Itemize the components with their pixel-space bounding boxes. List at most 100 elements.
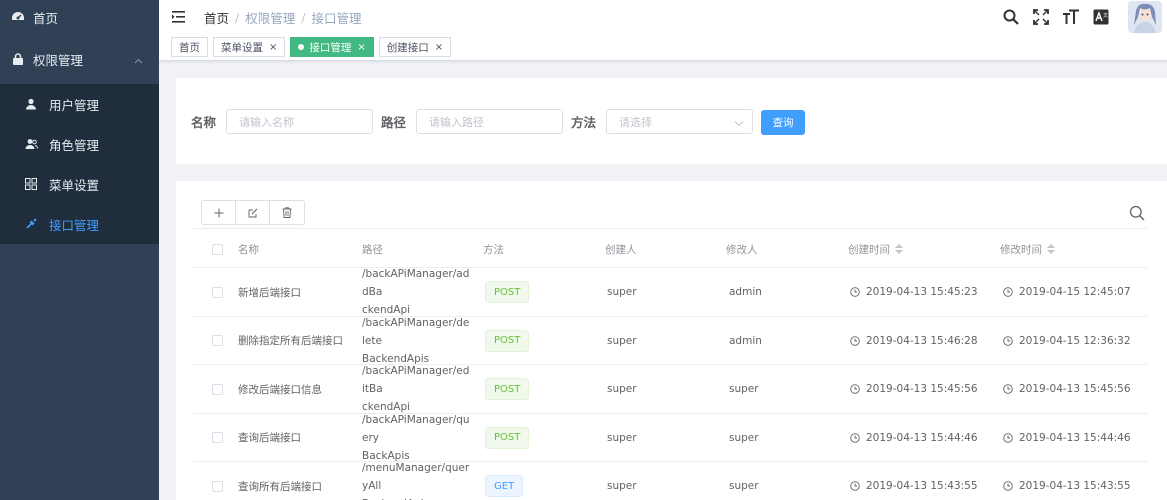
- name-input[interactable]: 请输入名称: [226, 109, 374, 134]
- column-header-modifier: 修改人: [726, 243, 758, 256]
- sidebar-group-label: 权限管理: [33, 52, 84, 68]
- modified-time: 2019-04-13 15:45:56: [1019, 383, 1131, 395]
- method-badge: POST: [485, 378, 530, 400]
- cell-path-line: BackendApi: [362, 495, 472, 500]
- created-time: 2019-04-13 15:43:55: [866, 480, 978, 492]
- cell-method: POST: [485, 317, 530, 365]
- path-input[interactable]: 请输入路径: [416, 109, 564, 134]
- table-row[interactable]: 查询后端接口/backAPiManager/query BackApis POST s…: [193, 414, 1148, 462]
- fullscreen-icon[interactable]: [1032, 8, 1050, 26]
- cell-modified: 2019-04-13 15:45:56: [1003, 365, 1131, 413]
- method-label: 方法: [571, 115, 597, 130]
- cell-path-line: /backAPiManager/query: [362, 413, 470, 444]
- hamburger-icon[interactable]: [172, 10, 186, 24]
- lock-icon: [10, 51, 26, 67]
- created-time: 2019-04-13 15:45:23: [866, 286, 978, 298]
- sidebar-item-users[interactable]: 用户管理: [0, 84, 159, 124]
- font-size-icon[interactable]: [1062, 8, 1080, 26]
- table-row[interactable]: 修改后端接口信息/backAPiManager/editBa ckendApi PO…: [193, 365, 1148, 414]
- tag-api-management[interactable]: 接口管理 ×: [290, 37, 374, 57]
- cell-path: /backAPiManager/delete BackendApis: [362, 317, 472, 365]
- clock-icon: [1003, 432, 1016, 443]
- link-icon: [23, 216, 39, 232]
- cell-path-line: /backAPiManager/addBa: [362, 268, 470, 298]
- breadcrumb-item-home[interactable]: 首页: [204, 8, 229, 27]
- table-header: 名称 路径 方法 创建人 修改人 创建时间 修改时间: [193, 228, 1148, 268]
- method-badge: GET: [485, 475, 524, 497]
- select-all-checkbox[interactable]: [212, 229, 223, 269]
- column-header-created[interactable]: 创建时间: [848, 229, 903, 269]
- created-time: 2019-04-13 15:46:28: [866, 334, 978, 347]
- column-header-modified[interactable]: 修改时间: [1000, 229, 1055, 269]
- table-card: 名称 路径 方法 创建人 修改人 创建时间 修改时间 新增后端接口/backAP…: [176, 181, 1167, 500]
- cell-modified: 2019-04-15 12:36:32: [1003, 317, 1131, 365]
- cell-created: 2019-04-13 15:44:46: [850, 414, 978, 462]
- method-badge: POST: [485, 426, 530, 449]
- sort-icon[interactable]: [895, 244, 903, 254]
- breadcrumb-item-current: 接口管理: [311, 10, 362, 26]
- clock-icon: [850, 287, 863, 297]
- toolbar: [201, 200, 305, 225]
- search-icon[interactable]: [1002, 8, 1020, 26]
- trash-icon: [282, 207, 292, 218]
- cell-creator: super: [607, 286, 637, 298]
- close-icon[interactable]: ×: [357, 42, 365, 53]
- breadcrumb: 首页 / 权限管理 / 接口管理: [204, 8, 361, 27]
- breadcrumb-separator: /: [301, 9, 306, 25]
- breadcrumb-item-permissions[interactable]: 权限管理: [245, 8, 295, 27]
- cell-path: /backAPiManager/query BackApis: [362, 414, 472, 462]
- column-header-creator: 创建人: [605, 243, 637, 256]
- query-button[interactable]: 查询: [761, 110, 805, 135]
- form-item-path: 路径 请输入路径: [381, 109, 564, 134]
- cell-created: 2019-04-13 15:43:55: [850, 462, 978, 500]
- table-row[interactable]: 查询所有后端接口/menuManager/queryAll BackendApi G…: [193, 462, 1148, 500]
- row-checkbox[interactable]: [212, 462, 223, 500]
- edit-button[interactable]: [236, 201, 270, 224]
- sidebar-item-home[interactable]: 首页: [0, 0, 159, 34]
- cell-name: 查询后端接口: [238, 432, 301, 444]
- tag-label: 菜单设置: [221, 41, 263, 54]
- sidebar-item-label: 菜单设置: [49, 177, 100, 193]
- sidebar-group-permissions[interactable]: 权限管理: [0, 34, 159, 84]
- name-label: 名称: [191, 115, 217, 130]
- tag-menu-settings[interactable]: 菜单设置 ×: [213, 37, 286, 57]
- sidebar-item-api-management[interactable]: 接口管理: [0, 204, 159, 244]
- close-icon[interactable]: ×: [269, 42, 277, 53]
- table-row[interactable]: 新增后端接口/backAPiManager/addBa ckendApi POST s…: [193, 268, 1148, 317]
- cell-modifier: super: [729, 480, 759, 492]
- method-select[interactable]: 请选择: [606, 109, 754, 134]
- cell-created: 2019-04-13 15:45:56: [850, 365, 978, 413]
- cell-name: 新增后端接口: [238, 286, 301, 299]
- translate-icon[interactable]: 文: [1092, 8, 1110, 26]
- row-checkbox[interactable]: [212, 268, 223, 316]
- plus-icon: [214, 208, 223, 217]
- table-row[interactable]: 删除指定所有后端接口/backAPiManager/delete BackendA…: [193, 317, 1148, 365]
- tag-home[interactable]: 首页: [171, 37, 208, 57]
- sidebar-item-roles[interactable]: 角色管理: [0, 124, 159, 164]
- method-badge: POST: [485, 281, 530, 303]
- add-button[interactable]: [202, 201, 236, 224]
- close-icon[interactable]: ×: [435, 42, 443, 53]
- cell-modifier: admin: [729, 286, 762, 298]
- row-checkbox[interactable]: [212, 365, 223, 413]
- created-time: 2019-04-13 15:45:56: [866, 383, 978, 395]
- tag-create-api[interactable]: 创建接口 ×: [378, 37, 452, 57]
- clock-icon: [850, 432, 863, 443]
- cell-modified: 2019-04-13 15:43:55: [1003, 462, 1131, 500]
- sidebar-item-menu-settings[interactable]: 菜单设置: [0, 164, 159, 204]
- cell-path: /menuManager/queryAll BackendApi: [362, 462, 472, 500]
- grid-icon: [23, 176, 39, 192]
- row-checkbox[interactable]: [212, 317, 223, 365]
- cell-path: /backAPiManager/editBa ckendApi: [362, 365, 472, 413]
- column-header-name: 名称: [238, 243, 259, 256]
- table-search-icon[interactable]: [1129, 205, 1145, 221]
- sort-icon[interactable]: [1047, 244, 1055, 254]
- sidebar-item-label: 用户管理: [49, 97, 100, 113]
- row-checkbox[interactable]: [212, 414, 223, 462]
- delete-button[interactable]: [270, 201, 304, 224]
- cell-path-line: /menuManager/queryAll: [362, 462, 470, 492]
- cell-method: POST: [485, 414, 530, 462]
- chevron-up-icon: [134, 52, 143, 67]
- cell-creator: super: [607, 383, 637, 395]
- avatar[interactable]: [1128, 1, 1162, 33]
